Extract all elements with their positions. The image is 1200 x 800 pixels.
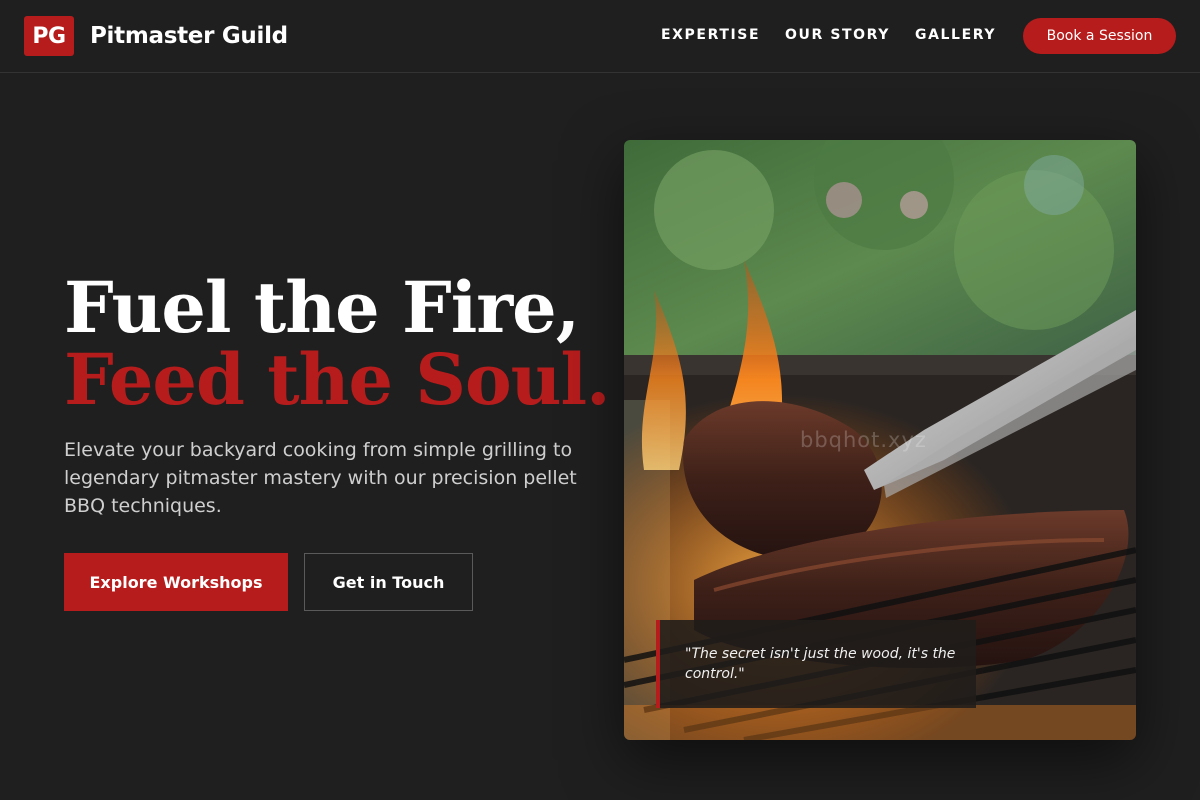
watermark-text: bbqhot.xyz [800, 428, 927, 452]
logo-badge[interactable]: PG [24, 16, 74, 56]
site-header: PG Pitmaster Guild EXPERTISE OUR STORY G… [0, 0, 1200, 73]
hero-title-line2: Feed the Soul. [64, 338, 611, 421]
quote-text: "The secret isn't just the wood, it's th… [685, 646, 956, 682]
nav-link-expertise[interactable]: EXPERTISE [661, 24, 760, 46]
hero-description: Elevate your backyard cooking from simpl… [64, 439, 577, 517]
book-session-button[interactable]: Book a Session [1023, 18, 1176, 54]
nav-link-gallery[interactable]: GALLERY [915, 24, 996, 46]
hero-title-line1: Fuel the Fire, [64, 266, 580, 349]
nav-link-our-story[interactable]: OUR STORY [785, 24, 890, 46]
hero-image-card: bbqhot.xyz "The secret isn't just the wo… [624, 140, 1136, 740]
quote-box: "The secret isn't just the wood, it's th… [656, 620, 976, 708]
explore-workshops-button[interactable]: Explore Workshops [64, 553, 288, 611]
get-in-touch-button[interactable]: Get in Touch [304, 553, 473, 611]
brand-name[interactable]: Pitmaster Guild [90, 20, 288, 52]
